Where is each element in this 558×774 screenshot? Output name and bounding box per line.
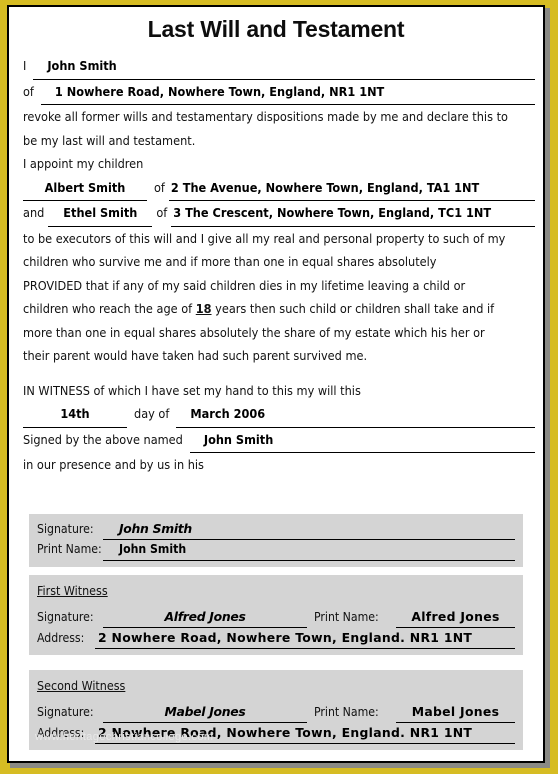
signed-by-label: Signed by the above named [23, 431, 183, 447]
executor-one-address-field[interactable]: 2 The Avenue, Nowhere Town, England, TA1… [168, 176, 535, 201]
first-witness-heading: First Witness [37, 583, 108, 598]
second-witness-print-name-label: Print Name: [314, 705, 379, 719]
execution-day-field[interactable]: 14th [23, 402, 127, 428]
second-witness-address-label: Address: [37, 726, 85, 740]
executor-one-of-label: of [154, 179, 165, 195]
testator-print-name-row: Print Name: John Smith [37, 540, 515, 561]
second-witness-signature-label: Signature: [37, 705, 94, 719]
testator-signature-row: Signature: John Smith [37, 519, 515, 540]
bequest-line-5: more than one in equal shares absolutely… [23, 324, 485, 340]
day-of-label: day of [134, 406, 170, 421]
executor-two-name-field[interactable]: Ethel Smith [48, 201, 153, 227]
execution-month-year-field[interactable]: March 2006 [176, 402, 535, 428]
second-witness-heading: Second Witness [37, 678, 126, 693]
executor-and-label: and [23, 205, 45, 220]
executor-two-address-field[interactable]: 3 The Crescent, Nowhere Town, England, T… [171, 201, 535, 227]
testator-signature-label: Signature: [37, 522, 94, 536]
age-of-majority-field[interactable]: 18 [196, 301, 212, 316]
document-gold-frame: Last Will and Testament I John Smith of … [0, 0, 558, 774]
signed-by-name-field[interactable]: John Smith [189, 428, 535, 453]
page-title: Last Will and Testament [147, 16, 405, 42]
revocation-line-2: be my last will and testament. [23, 132, 196, 148]
testator-name-row: I John Smith [23, 54, 535, 80]
executor-one-name-field[interactable]: Albert Smith [23, 176, 147, 201]
executors-intro: I appoint my children [23, 156, 144, 171]
second-witness-signature-field[interactable]: Mabel Jones [103, 702, 307, 723]
bequest-line-1: to be executors of this will and I give … [23, 230, 506, 246]
document-body: I John Smith of 1 Nowhere Road, Nowhere … [23, 54, 535, 477]
in-witness-clause: IN WITNESS of which I have set my hand t… [23, 382, 361, 398]
testator-address-row: of 1 Nowhere Road, Nowhere Town, England… [23, 80, 535, 105]
bequest-line-6: their parent would have taken had such p… [23, 348, 368, 363]
testator-of-label: of [23, 83, 34, 99]
bequest-line-3: PROVIDED that if any of my said children… [23, 277, 466, 293]
first-witness-signature-label: Signature: [37, 610, 94, 624]
testator-signature-field[interactable]: John Smith [103, 519, 515, 540]
testator-name-field[interactable]: John Smith [33, 54, 535, 80]
second-witness-panel: Second Witness Signature: Mabel Jones Pr… [29, 670, 523, 750]
testator-address-field[interactable]: 1 Nowhere Road, Nowhere Town, England, N… [40, 80, 535, 105]
revocation-line-1: revoke all former wills and testamentary… [23, 109, 508, 124]
testator-print-name-field[interactable]: John Smith [103, 540, 515, 561]
executor-two-of-label: of [156, 205, 168, 220]
first-witness-signature-row: Signature: Alfred Jones Print Name: Alfr… [37, 607, 515, 628]
first-witness-print-name-label: Print Name: [314, 610, 379, 624]
signed-by-row: Signed by the above named John Smith [23, 428, 535, 453]
execution-date-row: 14th day of March 2006 [23, 402, 535, 428]
second-witness-address-row: Address: 2 Nowhere Road, Nowhere Town, E… [37, 723, 515, 744]
presence-clause: in our presence and by us in his [23, 457, 204, 472]
bequest-line-2: children who survive me and if more than… [23, 254, 437, 269]
will-document-page: Last Will and Testament I John Smith of … [9, 7, 543, 761]
first-witness-address-field[interactable]: 2 Nowhere Road, Nowhere Town, England. N… [95, 628, 515, 649]
testator-print-name-label: Print Name: [37, 542, 102, 556]
testator-i-label: I [23, 58, 27, 73]
bequest-line-4-post: years then such child or children shall … [215, 301, 495, 316]
executor-one-row: Albert Smith of 2 The Avenue, Nowhere To… [23, 176, 535, 201]
second-witness-address-field[interactable]: 2 Nowhere Road, Nowhere Town, England. N… [95, 723, 515, 744]
testator-signature-panel: Signature: John Smith Print Name: John S… [29, 514, 523, 567]
first-witness-address-row: Address: 2 Nowhere Road, Nowhere Town, E… [37, 628, 515, 649]
first-witness-panel: First Witness Signature: Alfred Jones Pr… [29, 575, 523, 655]
second-witness-print-name-field[interactable]: Mabel Jones [396, 702, 515, 723]
bequest-line-4-pre: children who reach the age of [23, 301, 193, 316]
second-witness-signature-row: Signature: Mabel Jones Print Name: Mabel… [37, 702, 515, 723]
executor-two-row: and Ethel Smith of 3 The Crescent, Nowhe… [23, 201, 535, 227]
first-witness-address-label: Address: [37, 631, 85, 645]
first-witness-signature-field[interactable]: Alfred Jones [103, 607, 307, 628]
document-border: Last Will and Testament I John Smith of … [7, 5, 545, 763]
first-witness-print-name-field[interactable]: Alfred Jones [396, 607, 515, 628]
bequest-line-4: children who reach the age of 18 years t… [23, 297, 535, 321]
